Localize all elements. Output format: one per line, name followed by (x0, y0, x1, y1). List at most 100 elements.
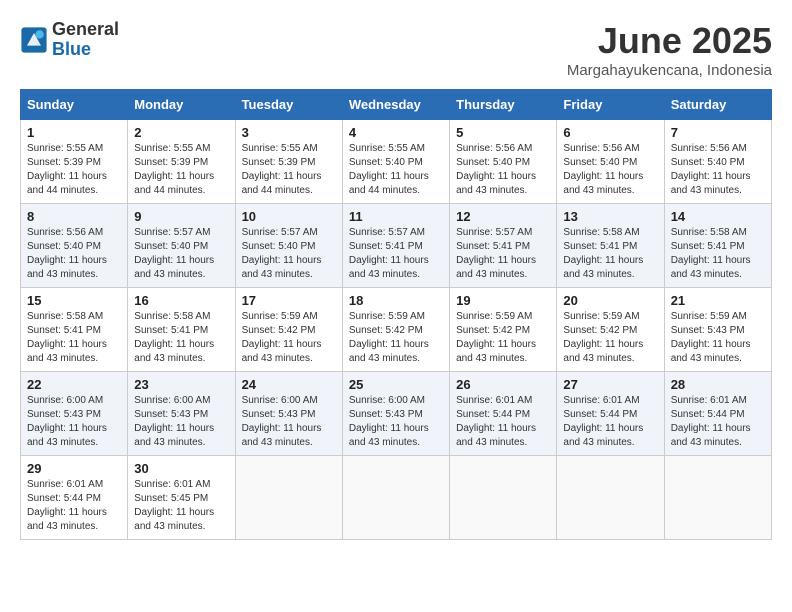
calendar-week-row: 1 Sunrise: 5:55 AMSunset: 5:39 PMDaylight… (21, 120, 772, 204)
day-number: 28 (671, 377, 765, 392)
calendar-cell: 7 Sunrise: 5:56 AMSunset: 5:40 PMDaylight… (664, 120, 771, 204)
day-number: 23 (134, 377, 228, 392)
day-number: 24 (242, 377, 336, 392)
day-info: Sunrise: 5:58 AMSunset: 5:41 PMDaylight:… (27, 310, 121, 366)
day-info: Sunrise: 5:56 AMSunset: 5:40 PMDaylight:… (671, 142, 765, 198)
calendar-cell: 5 Sunrise: 5:56 AMSunset: 5:40 PMDaylight… (450, 120, 557, 204)
logo-general-text: General (52, 19, 119, 39)
day-number: 13 (563, 209, 657, 224)
day-info: Sunrise: 6:01 AMSunset: 5:44 PMDaylight:… (671, 394, 765, 450)
calendar-cell (664, 456, 771, 540)
day-info: Sunrise: 6:00 AMSunset: 5:43 PMDaylight:… (349, 394, 443, 450)
day-info: Sunrise: 6:00 AMSunset: 5:43 PMDaylight:… (242, 394, 336, 450)
day-number: 16 (134, 293, 228, 308)
calendar-cell: 9 Sunrise: 5:57 AMSunset: 5:40 PMDaylight… (128, 204, 235, 288)
logo-blue-text: Blue (52, 39, 91, 59)
day-number: 2 (134, 125, 228, 140)
calendar-cell (235, 456, 342, 540)
calendar-cell: 28 Sunrise: 6:01 AMSunset: 5:44 PMDayligh… (664, 372, 771, 456)
day-number: 17 (242, 293, 336, 308)
day-info: Sunrise: 5:58 AMSunset: 5:41 PMDaylight:… (671, 226, 765, 282)
calendar-cell: 14 Sunrise: 5:58 AMSunset: 5:41 PMDayligh… (664, 204, 771, 288)
day-info: Sunrise: 5:56 AMSunset: 5:40 PMDaylight:… (456, 142, 550, 198)
day-number: 14 (671, 209, 765, 224)
day-info: Sunrise: 5:57 AMSunset: 5:40 PMDaylight:… (134, 226, 228, 282)
calendar-cell: 15 Sunrise: 5:58 AMSunset: 5:41 PMDayligh… (21, 288, 128, 372)
day-of-week-header: Thursday (450, 90, 557, 120)
calendar-cell: 8 Sunrise: 5:56 AMSunset: 5:40 PMDaylight… (21, 204, 128, 288)
day-of-week-header: Friday (557, 90, 664, 120)
calendar-week-row: 22Sunrise: 6:00 AMSunset: 5:43 PMDayligh… (21, 372, 772, 456)
day-number: 8 (27, 209, 121, 224)
day-number: 4 (349, 125, 443, 140)
day-number: 3 (242, 125, 336, 140)
day-number: 27 (563, 377, 657, 392)
day-number: 11 (349, 209, 443, 224)
day-info: Sunrise: 5:56 AMSunset: 5:40 PMDaylight:… (27, 226, 121, 282)
calendar-cell: 2 Sunrise: 5:55 AMSunset: 5:39 PMDaylight… (128, 120, 235, 204)
day-number: 1 (27, 125, 121, 140)
calendar-cell (450, 456, 557, 540)
day-info: Sunrise: 6:00 AMSunset: 5:43 PMDaylight:… (27, 394, 121, 450)
calendar-body: 1 Sunrise: 5:55 AMSunset: 5:39 PMDaylight… (21, 120, 772, 540)
day-info: Sunrise: 5:59 AMSunset: 5:43 PMDaylight:… (671, 310, 765, 366)
day-number: 21 (671, 293, 765, 308)
day-info: Sunrise: 5:59 AMSunset: 5:42 PMDaylight:… (563, 310, 657, 366)
day-info: Sunrise: 5:55 AMSunset: 5:39 PMDaylight:… (242, 142, 336, 198)
days-of-week-row: SundayMondayTuesdayWednesdayThursdayFrid… (21, 90, 772, 120)
day-info: Sunrise: 5:55 AMSunset: 5:39 PMDaylight:… (134, 142, 228, 198)
day-info: Sunrise: 6:01 AMSunset: 5:44 PMDaylight:… (27, 478, 121, 534)
day-number: 26 (456, 377, 550, 392)
calendar-cell: 16Sunrise: 5:58 AMSunset: 5:41 PMDayligh… (128, 288, 235, 372)
day-number: 6 (563, 125, 657, 140)
calendar-cell: 22Sunrise: 6:00 AMSunset: 5:43 PMDayligh… (21, 372, 128, 456)
logo-text: General Blue (52, 20, 119, 60)
calendar-cell: 12Sunrise: 5:57 AMSunset: 5:41 PMDayligh… (450, 204, 557, 288)
day-of-week-header: Saturday (664, 90, 771, 120)
calendar-cell: 18 Sunrise: 5:59 AMSunset: 5:42 PMDayligh… (342, 288, 449, 372)
calendar-cell: 19 Sunrise: 5:59 AMSunset: 5:42 PMDayligh… (450, 288, 557, 372)
calendar-week-row: 29 Sunrise: 6:01 AMSunset: 5:44 PMDayligh… (21, 456, 772, 540)
logo-icon (20, 26, 48, 54)
calendar-cell: 20Sunrise: 5:59 AMSunset: 5:42 PMDayligh… (557, 288, 664, 372)
day-info: Sunrise: 5:57 AMSunset: 5:40 PMDaylight:… (242, 226, 336, 282)
logo: General Blue (20, 20, 119, 60)
day-number: 18 (349, 293, 443, 308)
day-info: Sunrise: 5:59 AMSunset: 5:42 PMDaylight:… (242, 310, 336, 366)
calendar-week-row: 8 Sunrise: 5:56 AMSunset: 5:40 PMDaylight… (21, 204, 772, 288)
day-info: Sunrise: 5:59 AMSunset: 5:42 PMDaylight:… (456, 310, 550, 366)
day-number: 9 (134, 209, 228, 224)
day-info: Sunrise: 5:55 AMSunset: 5:40 PMDaylight:… (349, 142, 443, 198)
day-info: Sunrise: 6:00 AMSunset: 5:43 PMDaylight:… (134, 394, 228, 450)
calendar-cell: 11 Sunrise: 5:57 AMSunset: 5:41 PMDayligh… (342, 204, 449, 288)
day-info: Sunrise: 6:01 AMSunset: 5:44 PMDaylight:… (456, 394, 550, 450)
title-block: June 2025 Margahayukencana, Indonesia (567, 20, 772, 79)
day-number: 15 (27, 293, 121, 308)
calendar-cell: 17 Sunrise: 5:59 AMSunset: 5:42 PMDayligh… (235, 288, 342, 372)
page-header: General Blue June 2025 Margahayukencana,… (20, 20, 772, 79)
day-number: 19 (456, 293, 550, 308)
calendar-cell (342, 456, 449, 540)
day-info: Sunrise: 5:59 AMSunset: 5:42 PMDaylight:… (349, 310, 443, 366)
day-number: 7 (671, 125, 765, 140)
calendar-cell (557, 456, 664, 540)
day-of-week-header: Sunday (21, 90, 128, 120)
day-info: Sunrise: 6:01 AMSunset: 5:44 PMDaylight:… (563, 394, 657, 450)
calendar-week-row: 15 Sunrise: 5:58 AMSunset: 5:41 PMDayligh… (21, 288, 772, 372)
calendar-cell: 23 Sunrise: 6:00 AMSunset: 5:43 PMDayligh… (128, 372, 235, 456)
day-info: Sunrise: 5:57 AMSunset: 5:41 PMDaylight:… (349, 226, 443, 282)
day-info: Sunrise: 5:58 AMSunset: 5:41 PMDaylight:… (563, 226, 657, 282)
calendar-cell: 27 Sunrise: 6:01 AMSunset: 5:44 PMDayligh… (557, 372, 664, 456)
day-number: 5 (456, 125, 550, 140)
day-number: 29 (27, 461, 121, 476)
day-of-week-header: Wednesday (342, 90, 449, 120)
calendar-cell: 10Sunrise: 5:57 AMSunset: 5:40 PMDayligh… (235, 204, 342, 288)
calendar-cell: 13 Sunrise: 5:58 AMSunset: 5:41 PMDayligh… (557, 204, 664, 288)
day-info: Sunrise: 5:55 AMSunset: 5:39 PMDaylight:… (27, 142, 121, 198)
calendar-cell: 24 Sunrise: 6:00 AMSunset: 5:43 PMDayligh… (235, 372, 342, 456)
calendar-cell: 21 Sunrise: 5:59 AMSunset: 5:43 PMDayligh… (664, 288, 771, 372)
calendar-table: SundayMondayTuesdayWednesdayThursdayFrid… (20, 89, 772, 540)
day-of-week-header: Tuesday (235, 90, 342, 120)
day-number: 25 (349, 377, 443, 392)
calendar-title: June 2025 (567, 20, 772, 62)
